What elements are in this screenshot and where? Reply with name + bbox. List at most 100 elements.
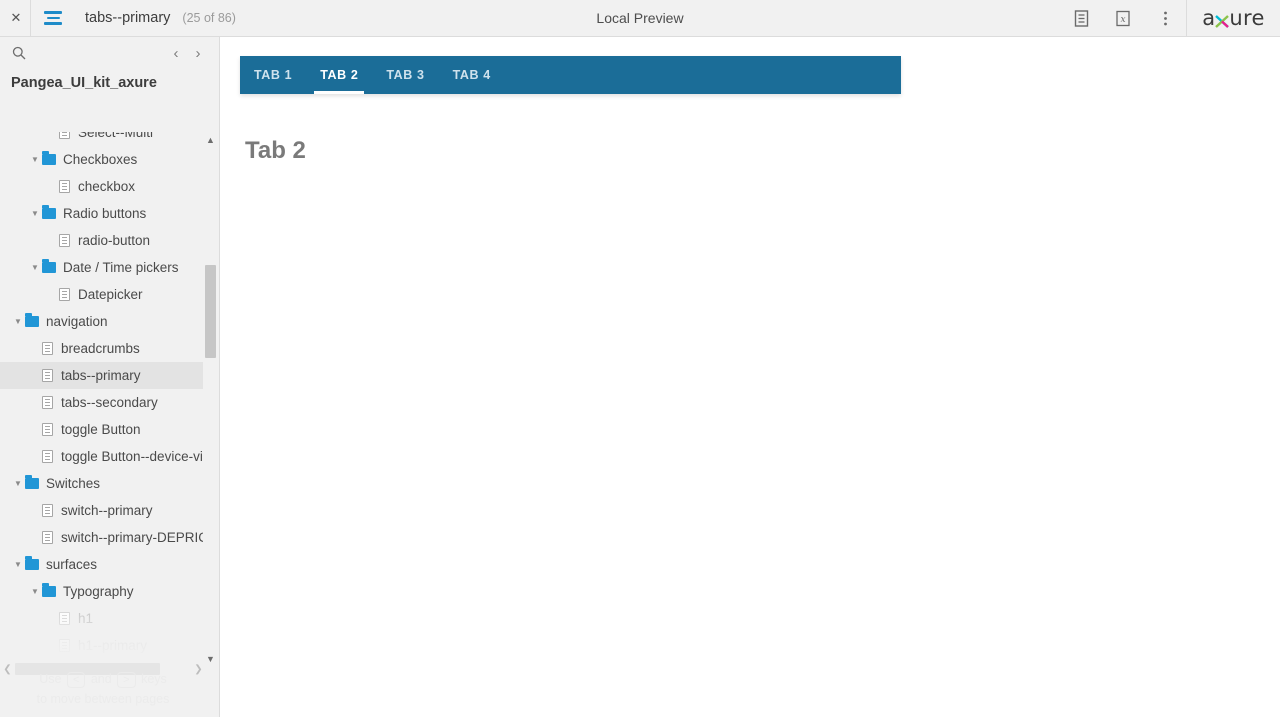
tree-item-label: Date / Time pickers [63,260,179,275]
tree-item-surfaces[interactable]: ▼ surfaces [0,551,206,578]
project-name: Pangea_UI_kit_axure [11,75,157,91]
folder-icon [25,313,39,327]
hint-text-pre: Use [39,672,62,686]
expand-triangle-icon[interactable]: ▼ [28,209,42,218]
folder-icon [25,556,39,570]
tree-item-switches[interactable]: ▼ Switches [0,470,206,497]
tab-1[interactable]: TAB 1 [240,56,306,94]
page-icon [42,423,53,436]
tree-item-tabs-primary[interactable]: tabs--primary [0,362,206,389]
sitemap-sidebar: ‹ › Pangea_UI_kit_axure Select--Multi ▼ Ch… [0,37,220,717]
tree-item-navigation[interactable]: ▼ navigation [0,308,206,335]
tree-item-toggle-button[interactable]: toggle Button [0,416,206,443]
tree-item-label: checkbox [78,179,136,194]
hamburger-menu-icon[interactable] [35,0,71,36]
vertical-scrollbar-thumb[interactable] [205,265,216,358]
sitemap-tree-viewport: Select--Multi ▼ Checkboxes checkbox ▼ Radio b… [0,132,219,662]
tab-panel-title: Tab 2 [245,137,306,164]
tree-item-switch-primary[interactable]: switch--primary [0,497,206,524]
page-icon [42,504,53,517]
tree-item-label: toggle Button--device-vie [61,449,206,464]
tree-item-label: radio-button [78,233,151,248]
tree-item-select-multi[interactable]: Select--Multi [0,132,206,146]
tree-item-label: toggle Button [61,422,141,437]
page-icon [59,612,70,625]
tree-item-switch-primary-deprica[interactable]: switch--primary-DEPRICA [0,524,206,551]
tree-item-radio-button[interactable]: radio-button [0,227,206,254]
folder-icon [42,151,56,165]
tree-item-label: navigation [46,314,108,329]
tree-item-label: Select--Multi [78,132,154,140]
tree-item-checkboxes[interactable]: ▼ Checkboxes [0,146,206,173]
next-page-button[interactable]: › [191,45,205,62]
tree-item-toggle-button-device-vie[interactable]: toggle Button--device-vie [0,443,206,470]
tree-item-datepicker[interactable]: Datepicker [0,281,206,308]
logo-text-pre: a [1202,6,1216,30]
tab-label: TAB 2 [320,68,359,82]
tree-item-label: h1--primary [78,638,148,653]
page-title: tabs--primary [85,10,171,26]
prev-page-button[interactable]: ‹ [169,45,183,62]
page-icon [59,288,70,301]
expand-triangle-icon[interactable]: ▼ [11,317,25,326]
search-icon[interactable] [8,46,30,60]
page-icon [42,369,53,382]
tab-label: TAB 4 [452,68,491,82]
hint-key-prev: < [66,671,86,688]
page-icon [42,450,53,463]
toolbar-divider [30,0,31,36]
tree-item-label: breadcrumbs [61,341,140,356]
folder-icon [25,475,39,489]
tree-item-h1-primary[interactable]: h1--primary [0,632,206,659]
axure-logo: a ure [1186,0,1280,36]
hint-key-next: > [117,671,136,688]
more-options-icon[interactable] [1144,0,1186,36]
top-toolbar: ✕ tabs--primary (25 of 86) Local Preview… [0,0,1280,37]
tab-3[interactable]: TAB 3 [372,56,438,94]
page-counter: (25 of 86) [182,11,236,25]
sitemap-tree: Select--Multi ▼ Checkboxes checkbox ▼ Radio b… [0,132,206,659]
keyboard-hint-line1: Use < and > keys [0,669,206,689]
tree-item-tabs-secondary[interactable]: tabs--secondary [0,389,206,416]
page-icon [59,234,70,247]
keyboard-hint-line2: to move between pages [36,692,170,706]
tab-label: TAB 3 [386,68,425,82]
preview-canvas: TAB 1 TAB 2 TAB 3 TAB 4 Tab 2 [221,37,1280,717]
tree-item-label: h1 [78,611,94,626]
tree-item-label: switch--primary [61,503,153,518]
keyboard-hint: Use < and > keys to move between pages [0,669,206,709]
close-icon[interactable]: ✕ [2,0,30,36]
expand-triangle-icon[interactable]: ▼ [11,560,25,569]
page-icon [59,639,70,652]
page-nav-arrows: ‹ › [169,45,211,62]
tab-2[interactable]: TAB 2 [306,56,372,94]
svg-text:x: x [1120,15,1125,25]
tree-item-checkbox[interactable]: checkbox [0,173,206,200]
sidebar-vertical-scrollbar[interactable]: ▲ ▼ [203,132,218,667]
export-icon[interactable]: x [1102,0,1144,36]
page-icon [42,342,53,355]
sidebar-search-row: ‹ › [0,37,219,69]
page-icon [42,531,53,544]
tree-item-label: Typography [63,584,134,599]
expand-triangle-icon[interactable]: ▼ [28,263,42,272]
expand-triangle-icon[interactable]: ▼ [28,587,42,596]
chevron-up-icon[interactable]: ▲ [203,132,218,148]
tree-item-typography[interactable]: ▼ Typography [0,578,206,605]
tree-item-label: Datepicker [78,287,143,302]
tree-item-radio-buttons[interactable]: ▼ Radio buttons [0,200,206,227]
page-icon [59,180,70,193]
tree-item-breadcrumbs[interactable]: breadcrumbs [0,335,206,362]
tree-item-label: Switches [46,476,101,491]
tree-item-label: tabs--secondary [61,395,158,410]
tree-item-label: Radio buttons [63,206,147,221]
tree-item-date-time-pickers[interactable]: ▼ Date / Time pickers [0,254,206,281]
expand-triangle-icon[interactable]: ▼ [11,479,25,488]
notes-panel-icon[interactable] [1060,0,1102,36]
tree-item-label: tabs--primary [61,368,141,383]
tree-item-h1[interactable]: h1 [0,605,206,632]
toolbar-actions: x a ure [1060,0,1280,36]
tab-4[interactable]: TAB 4 [439,56,505,94]
page-icon [42,396,53,409]
expand-triangle-icon[interactable]: ▼ [28,155,42,164]
